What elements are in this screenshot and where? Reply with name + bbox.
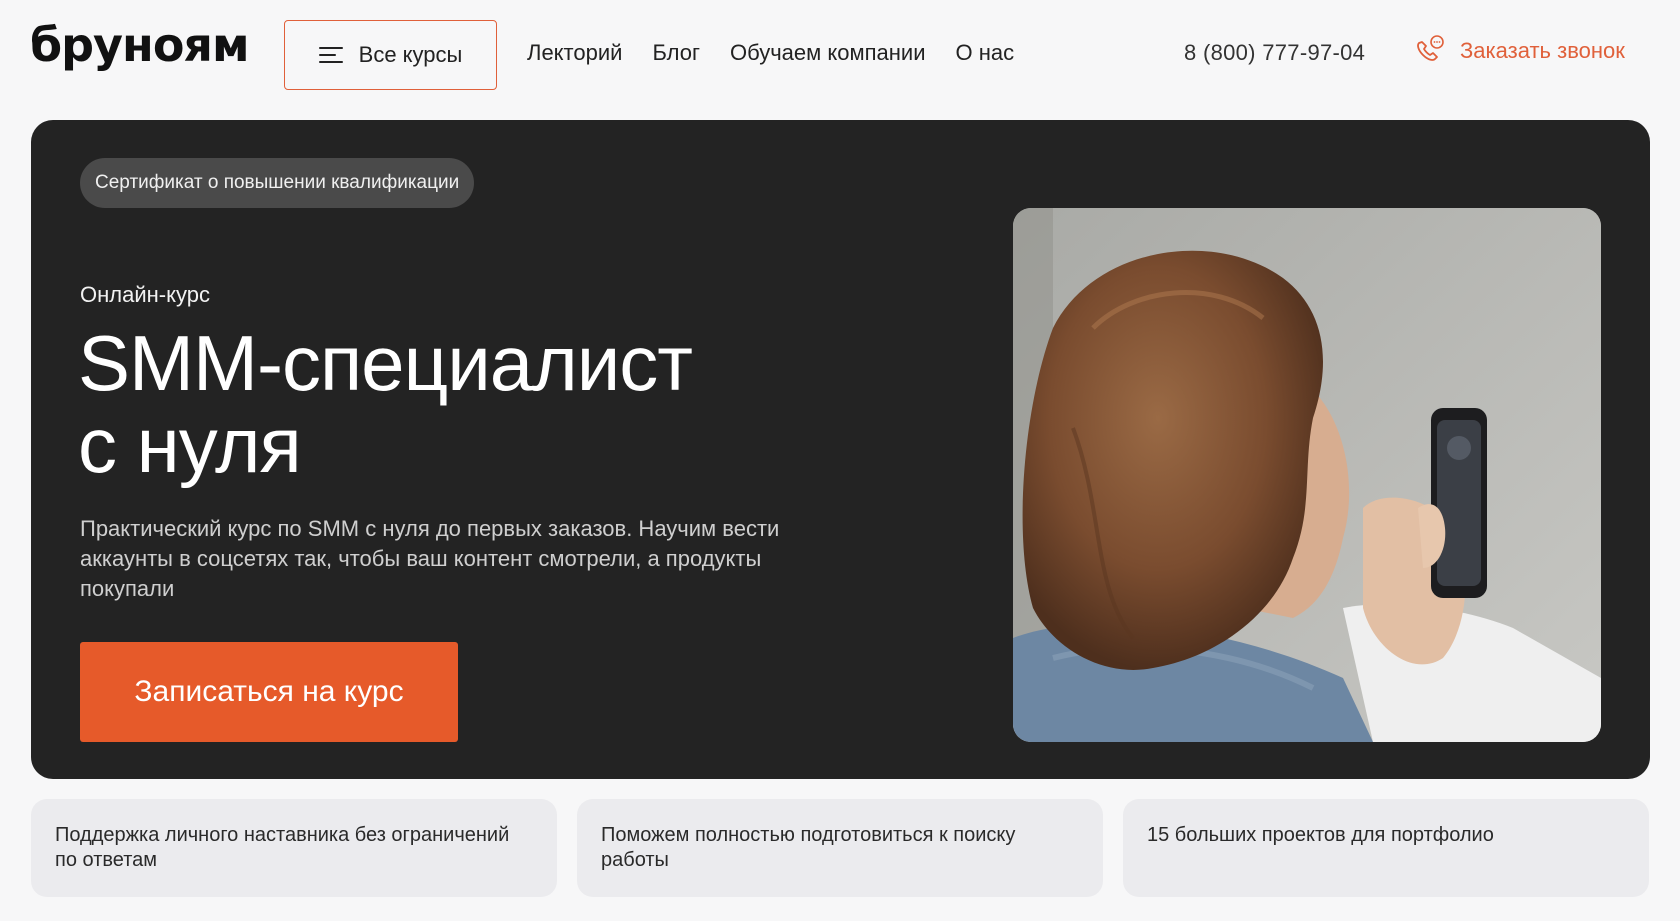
hero-photo bbox=[1013, 208, 1601, 742]
menu-icon bbox=[318, 45, 345, 65]
course-kicker: Онлайн-курс bbox=[80, 282, 210, 307]
callback-button[interactable]: Заказать звонок bbox=[1412, 34, 1625, 68]
all-courses-button[interactable]: Все курсы bbox=[284, 20, 497, 90]
enroll-button[interactable]: Записаться на курс bbox=[80, 642, 458, 742]
phone-number[interactable]: 8 (800) 777-97-04 bbox=[1184, 40, 1365, 66]
course-title: SMM-специалист с нуля bbox=[78, 322, 838, 486]
hero-section: Сертификат о повышении квалификации Онла… bbox=[31, 120, 1650, 779]
feature-card-job-prep: Поможем полностью подготовиться к поиску… bbox=[577, 799, 1103, 897]
nav-item-blog[interactable]: Блог bbox=[652, 40, 700, 66]
woman-with-phone-image bbox=[1013, 208, 1601, 742]
all-courses-label: Все курсы bbox=[358, 42, 463, 67]
nav-item-corporate[interactable]: Обучаем компании bbox=[730, 40, 926, 66]
feature-card-mentor: Поддержка личного наставника без огранич… bbox=[31, 799, 557, 897]
feature-card-portfolio: 15 больших проектов для портфолио bbox=[1123, 799, 1649, 897]
phone-chat-icon bbox=[1417, 35, 1444, 61]
course-title-line1: SMM-специалист bbox=[78, 319, 693, 407]
nav-item-lectorium[interactable]: Лекторий bbox=[527, 40, 622, 66]
course-description: Практический курс по SMM с нуля до первы… bbox=[80, 516, 780, 601]
main-nav: Лекторий Блог Обучаем компании О нас bbox=[527, 40, 1014, 66]
nav-item-about[interactable]: О нас bbox=[956, 40, 1015, 66]
site-header: бруноям Все курсы Лекторий Блог Обучаем … bbox=[0, 0, 1680, 110]
course-title-line2: с нуля bbox=[78, 401, 302, 489]
callback-label: Заказать звонок bbox=[1460, 38, 1625, 63]
certificate-badge: Сертификат о повышении квалификации bbox=[80, 158, 475, 208]
features-row: Поддержка личного наставника без огранич… bbox=[31, 799, 1650, 897]
brand-logo[interactable]: бруноям bbox=[30, 18, 250, 72]
